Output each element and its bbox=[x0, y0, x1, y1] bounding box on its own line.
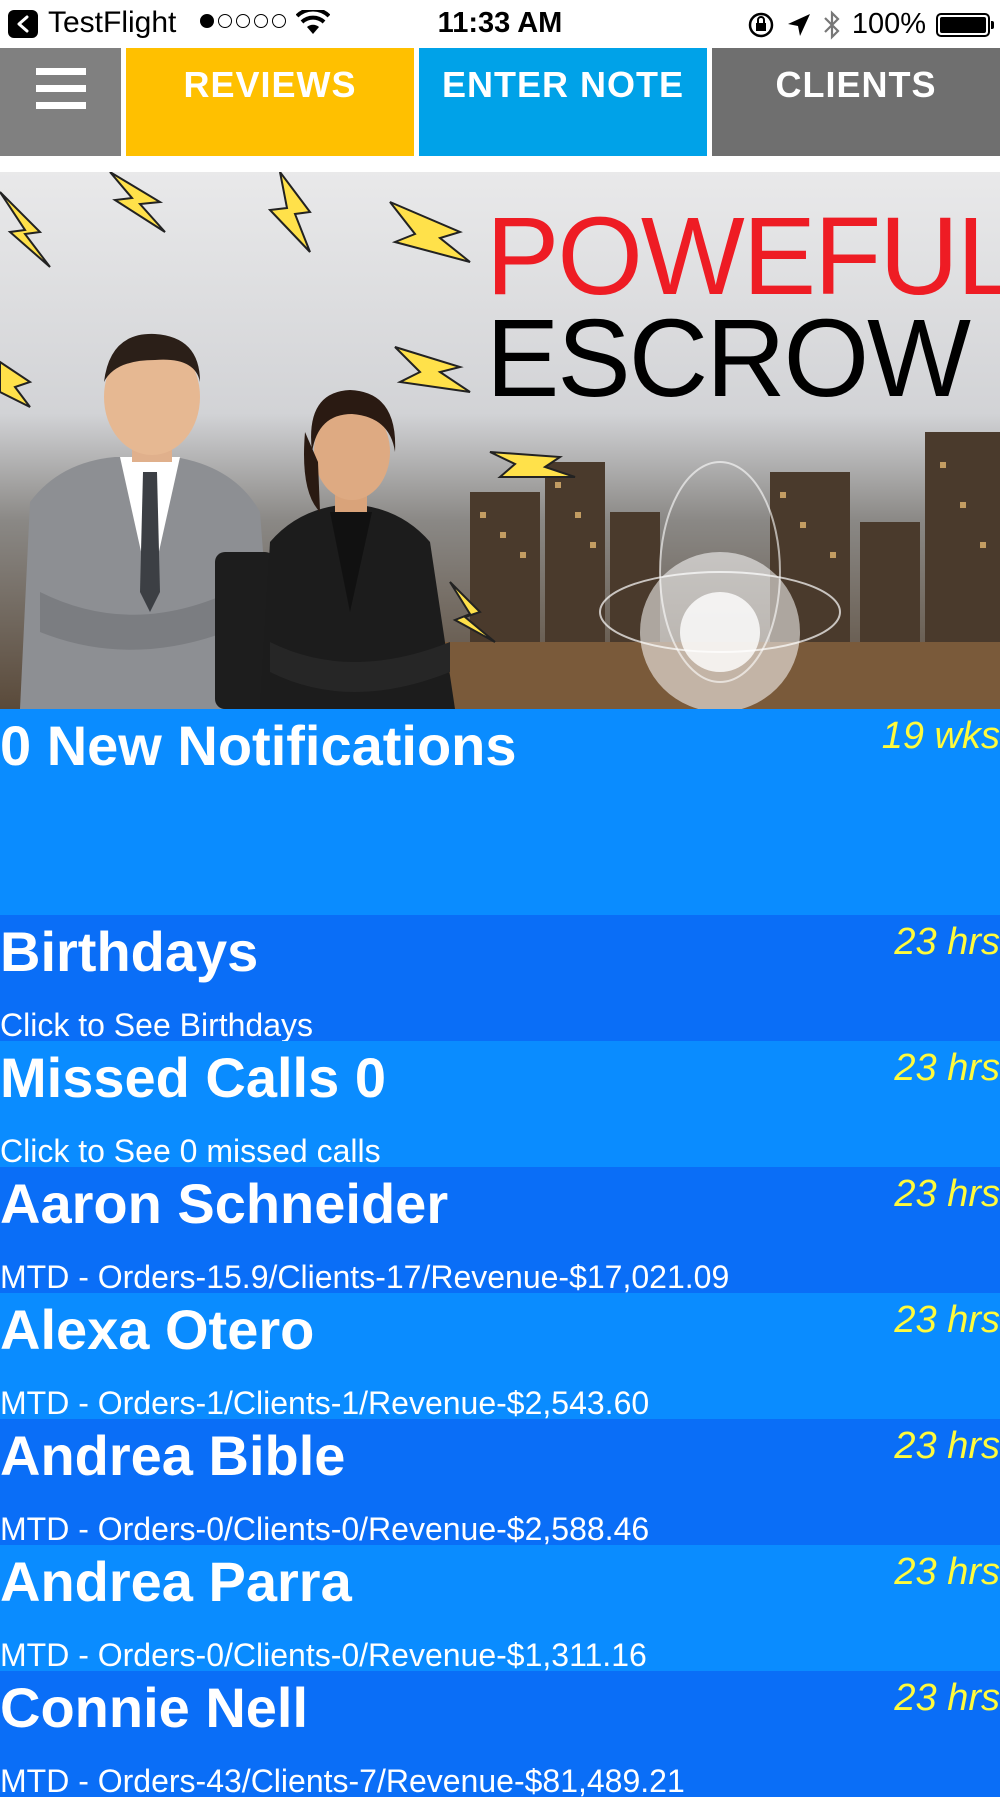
list-item-time: 23 hrs bbox=[894, 921, 1000, 963]
list-item-title: Andrea Parra bbox=[0, 1550, 352, 1613]
list-item-client[interactable]: Aaron Schneider MTD - Orders-15.9/Client… bbox=[0, 1167, 1000, 1293]
list-item-client[interactable]: Alexa Otero MTD - Orders-1/Clients-1/Rev… bbox=[0, 1293, 1000, 1419]
brand-line-2: ESCROW bbox=[486, 297, 971, 420]
tab-clients[interactable]: CLIENTS bbox=[712, 48, 1000, 156]
status-bar: TestFlight 11:33 AM 100% bbox=[0, 0, 1000, 48]
battery-percentage: 100% bbox=[851, 8, 926, 40]
list-item-subtitle: MTD - Orders-15.9/Clients-17/Revenue-$17… bbox=[0, 1259, 730, 1293]
list-item-subtitle: MTD - Orders-0/Clients-0/Revenue-$1,311.… bbox=[0, 1637, 647, 1671]
list-item-notifications[interactable]: 0 New Notifications 19 wks bbox=[0, 709, 1000, 915]
top-navigation: REVIEWS ENTER NOTE CLIENTS bbox=[0, 48, 1000, 156]
list-item-time: 23 hrs bbox=[894, 1425, 1000, 1467]
list-item-subtitle: Click to See 0 missed calls bbox=[0, 1133, 381, 1167]
bluetooth-icon bbox=[824, 9, 840, 40]
notification-list: 0 New Notifications 19 wks Birthdays Cli… bbox=[0, 709, 1000, 1797]
list-item-time: 23 hrs bbox=[894, 1173, 1000, 1215]
list-item-client[interactable]: Andrea Bible MTD - Orders-0/Clients-0/Re… bbox=[0, 1419, 1000, 1545]
list-item-title: 0 New Notifications bbox=[0, 714, 517, 777]
location-arrow-icon bbox=[787, 13, 810, 36]
menu-button[interactable] bbox=[0, 48, 121, 156]
list-item-time: 23 hrs bbox=[894, 1047, 1000, 1089]
list-item-time: 23 hrs bbox=[894, 1299, 1000, 1341]
list-item-time: 19 wks bbox=[881, 715, 1000, 757]
list-item-title: Alexa Otero bbox=[0, 1298, 315, 1361]
brand-logo: POWEFUL ESCROW bbox=[486, 195, 1000, 420]
list-item-subtitle: MTD - Orders-0/Clients-0/Revenue-$2,588.… bbox=[0, 1511, 650, 1545]
list-item-title: Andrea Bible bbox=[0, 1424, 346, 1487]
banner-image: POWEFUL ESCROW bbox=[0, 172, 1000, 709]
list-item-subtitle: MTD - Orders-43/Clients-7/Revenue-$81,48… bbox=[0, 1763, 685, 1797]
tab-reviews[interactable]: REVIEWS bbox=[126, 48, 414, 156]
list-item-time: 23 hrs bbox=[894, 1551, 1000, 1593]
list-item-title: Aaron Schneider bbox=[0, 1172, 449, 1235]
brand-line-1: POWEFUL bbox=[486, 195, 1000, 318]
hamburger-icon bbox=[35, 68, 86, 109]
list-item-missed-calls[interactable]: Missed Calls 0 Click to See 0 missed cal… bbox=[0, 1041, 1000, 1167]
list-item-subtitle: MTD - Orders-1/Clients-1/Revenue-$2,543.… bbox=[0, 1385, 650, 1419]
list-item-title: Missed Calls 0 bbox=[0, 1046, 386, 1109]
list-item-client[interactable]: Andrea Parra MTD - Orders-0/Clients-0/Re… bbox=[0, 1545, 1000, 1671]
list-item-time: 23 hrs bbox=[894, 1677, 1000, 1719]
list-item-title: Birthdays bbox=[0, 920, 259, 983]
battery-icon bbox=[936, 12, 994, 37]
orientation-lock-icon bbox=[748, 12, 774, 37]
list-item-subtitle: Click to See Birthdays bbox=[0, 1007, 314, 1041]
list-item-birthdays[interactable]: Birthdays Click to See Birthdays 23 hrs bbox=[0, 915, 1000, 1041]
list-item-client[interactable]: Connie Nell MTD - Orders-43/Clients-7/Re… bbox=[0, 1671, 1000, 1797]
list-item-title: Connie Nell bbox=[0, 1676, 309, 1739]
tab-enter-note[interactable]: ENTER NOTE bbox=[419, 48, 707, 156]
